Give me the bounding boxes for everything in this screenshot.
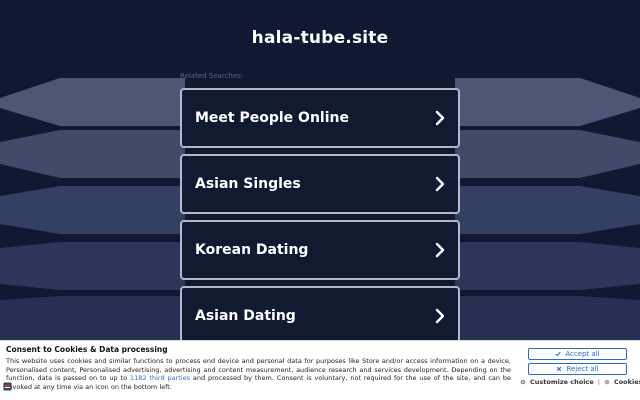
cookie-consent-banner: Consent to Cookies & Data processing Thi…: [0, 340, 640, 400]
site-title: hala-tube.site: [251, 28, 389, 48]
reject-all-button[interactable]: Reject all: [528, 363, 627, 375]
check-icon: [555, 351, 562, 357]
related-link-asian-dating[interactable]: Asian Dating: [180, 286, 460, 346]
gear-icon: [520, 379, 526, 385]
cookie-settings-icon[interactable]: [3, 382, 12, 391]
related-link-asian-singles[interactable]: Asian Singles: [180, 154, 460, 214]
related-link-label: Asian Singles: [195, 176, 301, 192]
related-link-korean-dating[interactable]: Korean Dating: [180, 220, 460, 280]
consent-title: Consent to Cookies & Data processing: [6, 345, 168, 354]
related-link-label: Asian Dating: [195, 308, 296, 324]
chevron-right-icon: [435, 308, 445, 324]
chevron-right-icon: [435, 176, 445, 192]
accept-all-button[interactable]: Accept all: [528, 348, 627, 360]
footer-separator: |: [597, 378, 600, 386]
related-link-label: Meet People Online: [195, 110, 349, 126]
third-parties-link[interactable]: 1182 third parties: [130, 374, 190, 382]
related-searches-label: Related Searches:: [180, 72, 244, 80]
consent-footer-links: Customize choice | Cookies: [520, 378, 640, 386]
related-link-meet-people-online[interactable]: Meet People Online: [180, 88, 460, 148]
chevron-right-icon: [435, 110, 445, 126]
close-icon: [557, 366, 562, 372]
consent-text: This website uses cookies and similar fu…: [6, 357, 511, 391]
accept-all-label: Accept all: [565, 350, 600, 358]
reject-all-label: Reject all: [566, 365, 599, 373]
customize-choice-link[interactable]: Customize choice: [530, 378, 594, 386]
cookies-link[interactable]: Cookies: [614, 378, 640, 386]
related-links-list: Meet People Online Asian Singles Korean …: [180, 88, 460, 352]
cookie-icon: [604, 379, 610, 385]
chevron-right-icon: [435, 242, 445, 258]
related-link-label: Korean Dating: [195, 242, 309, 258]
